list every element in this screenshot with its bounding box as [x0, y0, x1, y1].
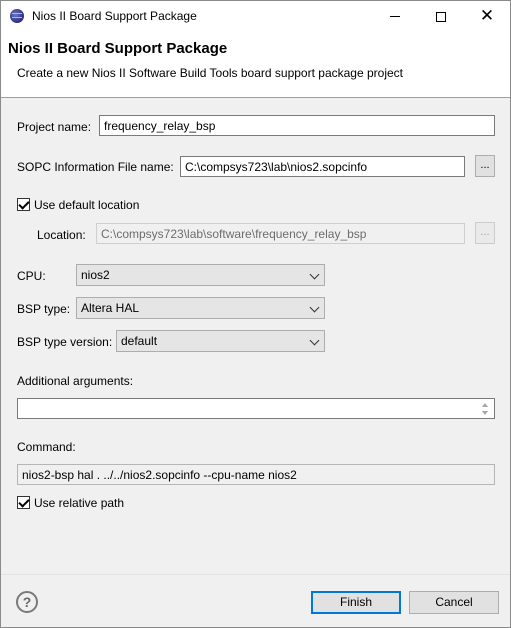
header-description: Create a new Nios II Software Build Tool…: [17, 66, 403, 80]
chevron-down-icon: [309, 335, 320, 346]
eclipse-app-icon: [10, 9, 24, 23]
close-icon: ✕: [479, 6, 495, 26]
minimize-icon: [390, 16, 400, 17]
use-relative-path-label: Use relative path: [34, 496, 125, 510]
chevron-down-icon: [309, 269, 320, 280]
sopc-file-label: SOPC Information File name:: [17, 160, 174, 174]
bsp-version-select[interactable]: default: [116, 330, 325, 352]
bsp-version-select-value: default: [121, 334, 158, 348]
dialog-header: Nios II Board Support Package Create a n…: [1, 32, 510, 98]
footer-divider: [1, 574, 510, 575]
location-label: Location:: [37, 228, 86, 242]
header-title: Nios II Board Support Package: [8, 40, 228, 57]
project-name-label: Project name:: [17, 120, 92, 134]
project-name-input[interactable]: frequency_relay_bsp: [99, 115, 495, 136]
sopc-browse-button[interactable]: ...: [475, 155, 495, 177]
scroll-down-icon[interactable]: [482, 411, 488, 415]
additional-arguments-input[interactable]: [17, 398, 495, 419]
use-relative-path-checkbox[interactable]: [17, 496, 30, 509]
bsp-type-label: BSP type:: [17, 302, 71, 316]
maximize-icon: [436, 11, 446, 22]
dialog-window: Nios II Board Support Package ✕ Nios II …: [0, 0, 511, 628]
finish-button[interactable]: Finish: [311, 591, 401, 614]
use-default-location-checkbox[interactable]: [17, 198, 30, 211]
bsp-type-select[interactable]: Altera HAL: [76, 297, 325, 319]
cpu-select[interactable]: nios2: [76, 264, 325, 286]
command-output[interactable]: nios2-bsp hal . ../../nios2.sopcinfo --c…: [17, 464, 495, 485]
cancel-button[interactable]: Cancel: [409, 591, 499, 614]
cpu-select-value: nios2: [81, 268, 110, 282]
help-icon[interactable]: ?: [16, 591, 38, 613]
minimize-button[interactable]: [372, 1, 418, 32]
bsp-type-select-value: Altera HAL: [81, 301, 140, 315]
window-title: Nios II Board Support Package: [32, 9, 197, 23]
scroll-up-icon[interactable]: [482, 403, 488, 407]
close-button[interactable]: ✕: [464, 1, 510, 32]
sopc-file-input[interactable]: C:\compsys723\lab\nios2.sopcinfo: [180, 156, 465, 177]
location-input[interactable]: C:\compsys723\lab\software\frequency_rel…: [96, 223, 465, 244]
use-default-location-label: Use default location: [34, 198, 140, 212]
location-browse-button[interactable]: ...: [475, 222, 495, 244]
chevron-down-icon: [309, 302, 320, 313]
command-label: Command:: [17, 440, 76, 454]
cpu-label: CPU:: [17, 269, 46, 283]
maximize-button[interactable]: [418, 1, 464, 32]
title-bar: Nios II Board Support Package ✕: [1, 1, 510, 32]
additional-arguments-label: Additional arguments:: [17, 374, 134, 388]
bsp-version-label: BSP type version:: [17, 335, 113, 349]
